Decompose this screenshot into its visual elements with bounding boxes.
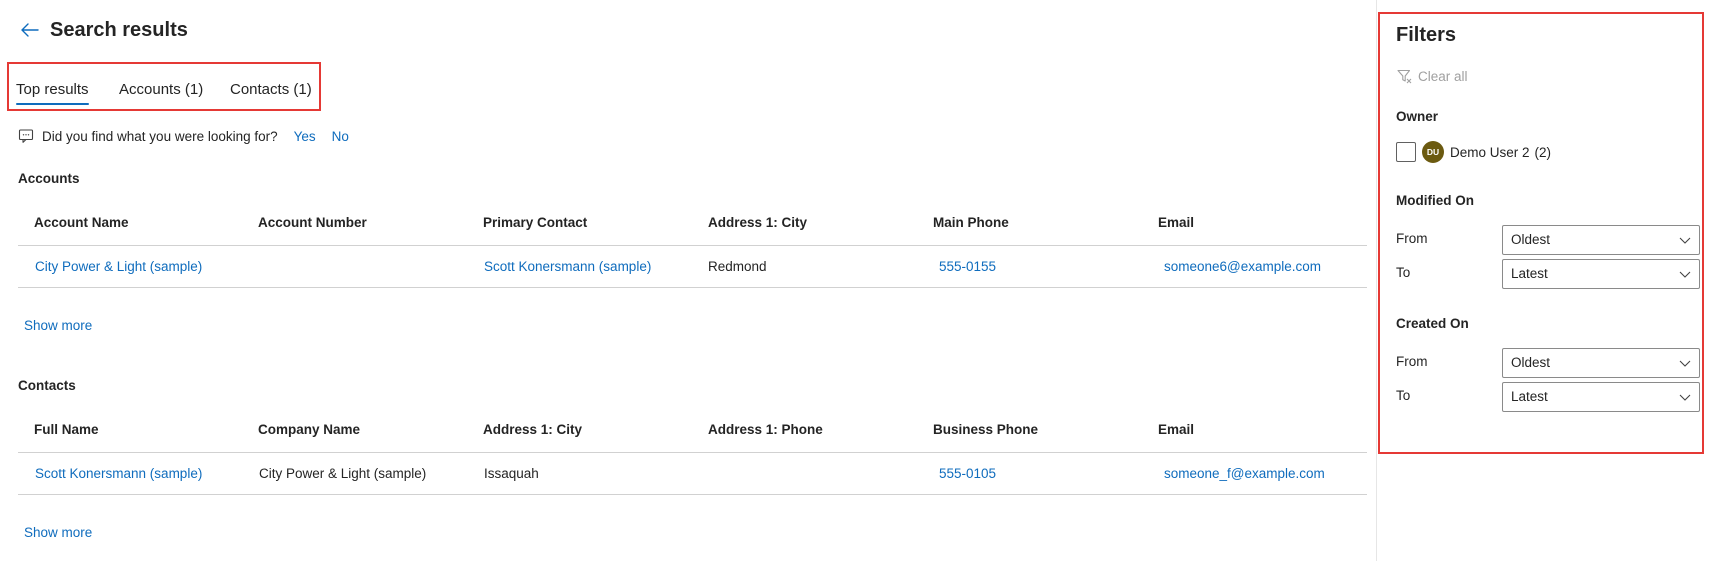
created-from-label: From: [1396, 354, 1428, 369]
column-header-business-phone[interactable]: Business Phone: [933, 421, 1038, 439]
column-header-email[interactable]: Email: [1158, 214, 1194, 232]
chevron-down-icon: [1679, 360, 1691, 367]
modified-to-dropdown[interactable]: Latest: [1502, 259, 1700, 289]
contacts-section-title: Contacts: [18, 378, 76, 393]
clear-all-label: Clear all: [1418, 68, 1468, 84]
column-header-account-number[interactable]: Account Number: [258, 214, 367, 232]
tab-top-results[interactable]: Top results: [16, 80, 89, 105]
feedback-no-link[interactable]: No: [332, 129, 349, 144]
modified-to-label: To: [1396, 265, 1411, 280]
chevron-down-icon: [1679, 271, 1691, 278]
filters-title: Filters: [1396, 24, 1457, 46]
chevron-down-icon: [1679, 394, 1691, 401]
contacts-grid-header: Full Name Company Name Address 1: City A…: [18, 407, 1367, 453]
column-header-address-city[interactable]: Address 1: City: [708, 214, 807, 232]
accounts-grid: Account Name Account Number Primary Cont…: [18, 200, 1367, 288]
tab-contacts[interactable]: Contacts (1): [230, 80, 312, 100]
column-header-address-city[interactable]: Address 1: City: [483, 421, 582, 439]
main-phone-link[interactable]: 555-0155: [939, 258, 996, 276]
column-header-main-phone[interactable]: Main Phone: [933, 214, 1009, 232]
avatar: DU: [1422, 141, 1444, 163]
modified-from-value: Oldest: [1511, 232, 1551, 247]
page-title: Search results: [50, 19, 188, 41]
column-header-full-name[interactable]: Full Name: [34, 421, 99, 439]
column-header-address-phone[interactable]: Address 1: Phone: [708, 421, 823, 439]
back-arrow-icon[interactable]: [20, 20, 40, 40]
filters-panel: Filters Clear all Owner DU Demo User 2 (…: [1378, 12, 1704, 454]
column-header-company-name[interactable]: Company Name: [258, 421, 360, 439]
table-row[interactable]: Scott Konersmann (sample) City Power & L…: [18, 453, 1367, 495]
contacts-show-more-link[interactable]: Show more: [24, 525, 92, 540]
owner-option[interactable]: DU Demo User 2 (2): [1396, 140, 1551, 164]
search-feedback: Did you find what you were looking for? …: [18, 128, 349, 144]
modified-from-dropdown[interactable]: Oldest: [1502, 225, 1700, 255]
clear-filter-icon: [1397, 69, 1412, 84]
created-on-label: Created On: [1396, 316, 1469, 331]
feedback-icon: [18, 129, 34, 143]
chevron-down-icon: [1679, 237, 1691, 244]
search-results-page: Search results Top results Accounts (1) …: [0, 0, 1712, 561]
primary-contact-link[interactable]: Scott Konersmann (sample): [484, 258, 651, 276]
modified-from-label: From: [1396, 231, 1428, 246]
owner-checkbox[interactable]: [1396, 142, 1416, 162]
business-phone-link[interactable]: 555-0105: [939, 465, 996, 483]
company-name-cell: City Power & Light (sample): [259, 466, 427, 481]
accounts-section-title: Accounts: [18, 171, 80, 186]
column-header-account-name[interactable]: Account Name: [34, 214, 129, 232]
created-to-dropdown[interactable]: Latest: [1502, 382, 1700, 412]
full-name-link[interactable]: Scott Konersmann (sample): [35, 465, 202, 483]
email-link[interactable]: someone_f@example.com: [1164, 465, 1325, 483]
accounts-grid-header: Account Name Account Number Primary Cont…: [18, 200, 1367, 246]
email-link[interactable]: someone6@example.com: [1164, 258, 1321, 276]
column-header-email[interactable]: Email: [1158, 421, 1194, 439]
owner-count: (2): [1534, 144, 1552, 160]
feedback-question: Did you find what you were looking for?: [42, 128, 278, 144]
modified-on-label: Modified On: [1396, 193, 1474, 208]
clear-all-button[interactable]: Clear all: [1396, 67, 1468, 85]
address-city-cell: Redmond: [708, 259, 767, 274]
created-to-label: To: [1396, 388, 1411, 403]
panel-divider: [1376, 0, 1377, 561]
created-from-value: Oldest: [1511, 355, 1551, 370]
owner-label: Owner: [1396, 109, 1439, 124]
created-from-dropdown[interactable]: Oldest: [1502, 348, 1700, 378]
created-to-value: Latest: [1511, 389, 1548, 404]
table-row[interactable]: City Power & Light (sample) Scott Koners…: [18, 246, 1367, 288]
accounts-show-more-link[interactable]: Show more: [24, 318, 92, 333]
contacts-grid: Full Name Company Name Address 1: City A…: [18, 407, 1367, 495]
account-name-link[interactable]: City Power & Light (sample): [35, 258, 202, 276]
modified-to-value: Latest: [1511, 266, 1548, 281]
owner-name: Demo User 2: [1450, 144, 1530, 160]
address-city-cell: Issaquah: [484, 466, 539, 481]
tab-accounts[interactable]: Accounts (1): [119, 80, 203, 100]
feedback-yes-link[interactable]: Yes: [294, 129, 316, 144]
tab-list: Top results Accounts (1) Contacts (1): [7, 62, 321, 111]
column-header-primary-contact[interactable]: Primary Contact: [483, 214, 587, 232]
